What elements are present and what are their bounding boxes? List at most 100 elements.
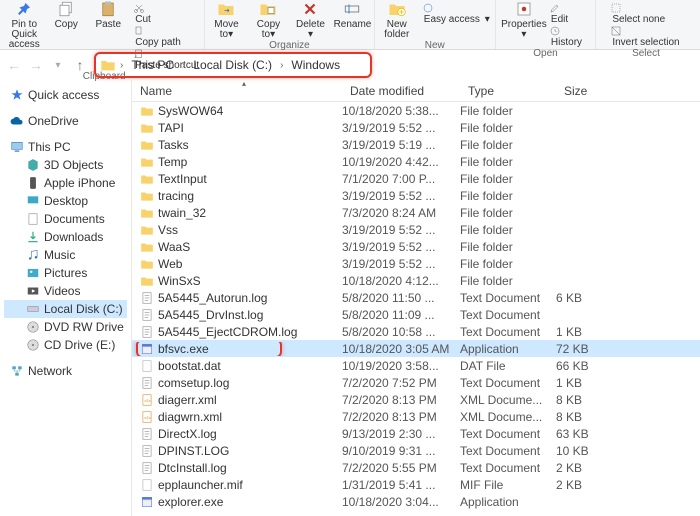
file-name: TextInput — [158, 172, 207, 186]
file-row[interactable]: TAPI3/19/2019 5:52 ...File folder — [132, 119, 700, 136]
column-type[interactable]: Type — [460, 84, 556, 98]
file-date: 3/19/2019 5:52 ... — [342, 189, 460, 203]
file-date: 7/2/2020 8:13 PM — [342, 410, 460, 424]
breadcrumb-thispc[interactable]: This PC — [127, 56, 178, 74]
tree-music[interactable]: Music — [4, 246, 127, 264]
file-type: Text Document — [460, 427, 556, 441]
cut-button[interactable]: Cut — [131, 2, 203, 25]
back-button[interactable]: ← — [4, 57, 24, 73]
paste-button[interactable]: Paste — [89, 0, 127, 30]
file-row[interactable]: DPINST.LOG9/10/2019 9:31 ...Text Documen… — [132, 442, 700, 459]
file-row[interactable]: TextInput7/1/2020 7:00 P...File folder — [132, 170, 700, 187]
text-file-icon — [140, 376, 154, 390]
file-name: DtcInstall.log — [158, 461, 227, 475]
file-row[interactable]: Tasks3/19/2019 5:19 ...File folder — [132, 136, 700, 153]
up-button[interactable]: ↑ — [70, 57, 90, 73]
tree-cd-drive[interactable]: CD Drive (E:) — [4, 336, 127, 354]
file-type: MIF File — [460, 478, 556, 492]
tree-iphone[interactable]: Apple iPhone — [4, 174, 127, 192]
tree-3d-objects[interactable]: 3D Objects — [4, 156, 127, 174]
xml-file-icon: </> — [140, 393, 154, 407]
file-size: 2 KB — [556, 461, 616, 475]
svg-text:</>: </> — [144, 398, 151, 403]
file-row[interactable]: tracing3/19/2019 5:52 ...File folder — [132, 187, 700, 204]
chevron-right-icon[interactable]: › — [118, 60, 125, 71]
text-file-icon — [140, 444, 154, 458]
file-row[interactable]: 5A5445_Autorun.log5/8/2020 11:50 ...Text… — [132, 289, 700, 306]
file-type: Text Document — [460, 291, 556, 305]
file-row[interactable]: 5A5445_DrvInst.log5/8/2020 11:09 ...Text… — [132, 306, 700, 323]
file-row[interactable]: bfsvc.exe10/18/2020 3:05 AMApplication72… — [132, 340, 700, 357]
tree-quick-access[interactable]: Quick access — [4, 86, 127, 104]
file-row[interactable]: 5A5445_EjectCDROM.log5/8/2020 10:58 ...T… — [132, 323, 700, 340]
file-row[interactable]: twain_327/3/2020 8:24 AMFile folder — [132, 204, 700, 221]
music-icon — [26, 248, 40, 262]
copy-path-button[interactable]: Copy path — [131, 25, 203, 48]
delete-button[interactable]: Delete▾ — [291, 0, 329, 40]
edit-icon — [549, 2, 561, 14]
network-icon — [10, 364, 24, 378]
file-row[interactable]: Vss3/19/2019 5:52 ...File folder — [132, 221, 700, 238]
file-row[interactable]: explorer.exe10/18/2020 3:04...Applicatio… — [132, 493, 700, 510]
file-type: Text Document — [460, 308, 556, 322]
file-name: DirectX.log — [158, 427, 217, 441]
select-none-button[interactable]: Select none — [608, 2, 683, 25]
tree-documents[interactable]: Documents — [4, 210, 127, 228]
copy-to-button[interactable]: Copyto▾ — [249, 0, 287, 40]
drive-icon — [26, 302, 40, 316]
folder-icon — [140, 223, 154, 237]
move-to-button[interactable]: Moveto▾ — [207, 0, 245, 40]
file-row[interactable]: </>diagwrn.xml7/2/2020 8:13 PMXML Docume… — [132, 408, 700, 425]
file-row[interactable]: WaaS3/19/2019 5:52 ...File folder — [132, 238, 700, 255]
easy-access-button[interactable]: Easy access ▾ — [420, 2, 492, 25]
column-name[interactable]: Name — [132, 84, 342, 98]
navbar: ← → ▾ ↑ › This PC › Local Disk (C:) › Wi… — [0, 50, 700, 80]
file-size: 1 KB — [556, 376, 616, 390]
history-button[interactable]: History — [547, 25, 586, 48]
new-folder-button[interactable]: Newfolder — [378, 0, 416, 40]
file-name: WinSxS — [158, 274, 201, 288]
column-size[interactable]: Size — [556, 84, 616, 98]
tree-downloads[interactable]: Downloads — [4, 228, 127, 246]
pin-to-quick-access-button[interactable]: Pin to Quickaccess — [5, 0, 43, 50]
breadcrumb-drive[interactable]: Local Disk (C:) — [189, 56, 276, 74]
forward-button[interactable]: → — [26, 57, 46, 73]
file-row[interactable]: SysWOW6410/18/2020 5:38...File folder — [132, 102, 700, 119]
tree-dvd-drive[interactable]: DVD RW Drive — [4, 318, 127, 336]
file-row[interactable]: DtcInstall.log7/2/2020 5:55 PMText Docum… — [132, 459, 700, 476]
file-row[interactable]: WinSxS10/18/2020 4:12...File folder — [132, 272, 700, 289]
address-bar[interactable]: › This PC › Local Disk (C:) › Windows — [94, 52, 372, 78]
tree-local-disk-c[interactable]: Local Disk (C:) — [4, 300, 127, 318]
tree-network[interactable]: Network — [4, 362, 127, 380]
text-file-icon — [140, 461, 154, 475]
ribbon-group-open: Open — [533, 48, 557, 60]
tree-pictures[interactable]: Pictures — [4, 264, 127, 282]
rename-button[interactable]: Rename — [333, 0, 371, 30]
chevron-right-icon[interactable]: › — [278, 60, 285, 71]
column-date[interactable]: Date modified — [342, 84, 460, 98]
chevron-right-icon[interactable]: › — [180, 60, 187, 71]
file-row[interactable]: bootstat.dat10/19/2020 3:58...DAT File66… — [132, 357, 700, 374]
file-row[interactable]: </>diagerr.xml7/2/2020 8:13 PMXML Docume… — [132, 391, 700, 408]
file-row[interactable]: Web3/19/2019 5:52 ...File folder — [132, 255, 700, 272]
tree-videos[interactable]: Videos — [4, 282, 127, 300]
recent-locations-button[interactable]: ▾ — [48, 60, 68, 71]
breadcrumb-folder[interactable]: Windows — [287, 56, 344, 74]
file-row[interactable]: epplauncher.mif1/31/2019 5:41 ...MIF Fil… — [132, 476, 700, 493]
tree-desktop[interactable]: Desktop — [4, 192, 127, 210]
tree-thispc[interactable]: This PC — [4, 138, 127, 156]
file-size: 2 KB — [556, 478, 616, 492]
file-row[interactable]: Temp10/19/2020 4:42...File folder — [132, 153, 700, 170]
file-row[interactable]: DirectX.log9/13/2019 2:30 ...Text Docume… — [132, 425, 700, 442]
copy-button[interactable]: Copy — [47, 0, 85, 30]
file-date: 5/8/2020 11:50 ... — [342, 291, 460, 305]
invert-selection-button[interactable]: Invert selection — [608, 25, 683, 48]
file-row[interactable]: comsetup.log7/2/2020 7:52 PMText Documen… — [132, 374, 700, 391]
file-type: File folder — [460, 172, 556, 186]
file-type: File folder — [460, 206, 556, 220]
edit-button[interactable]: Edit — [547, 2, 586, 25]
file-name: diagwrn.xml — [158, 410, 222, 424]
tree-onedrive[interactable]: OneDrive — [4, 112, 127, 130]
folder-icon — [140, 138, 154, 152]
properties-button[interactable]: Properties▾ — [505, 0, 543, 40]
